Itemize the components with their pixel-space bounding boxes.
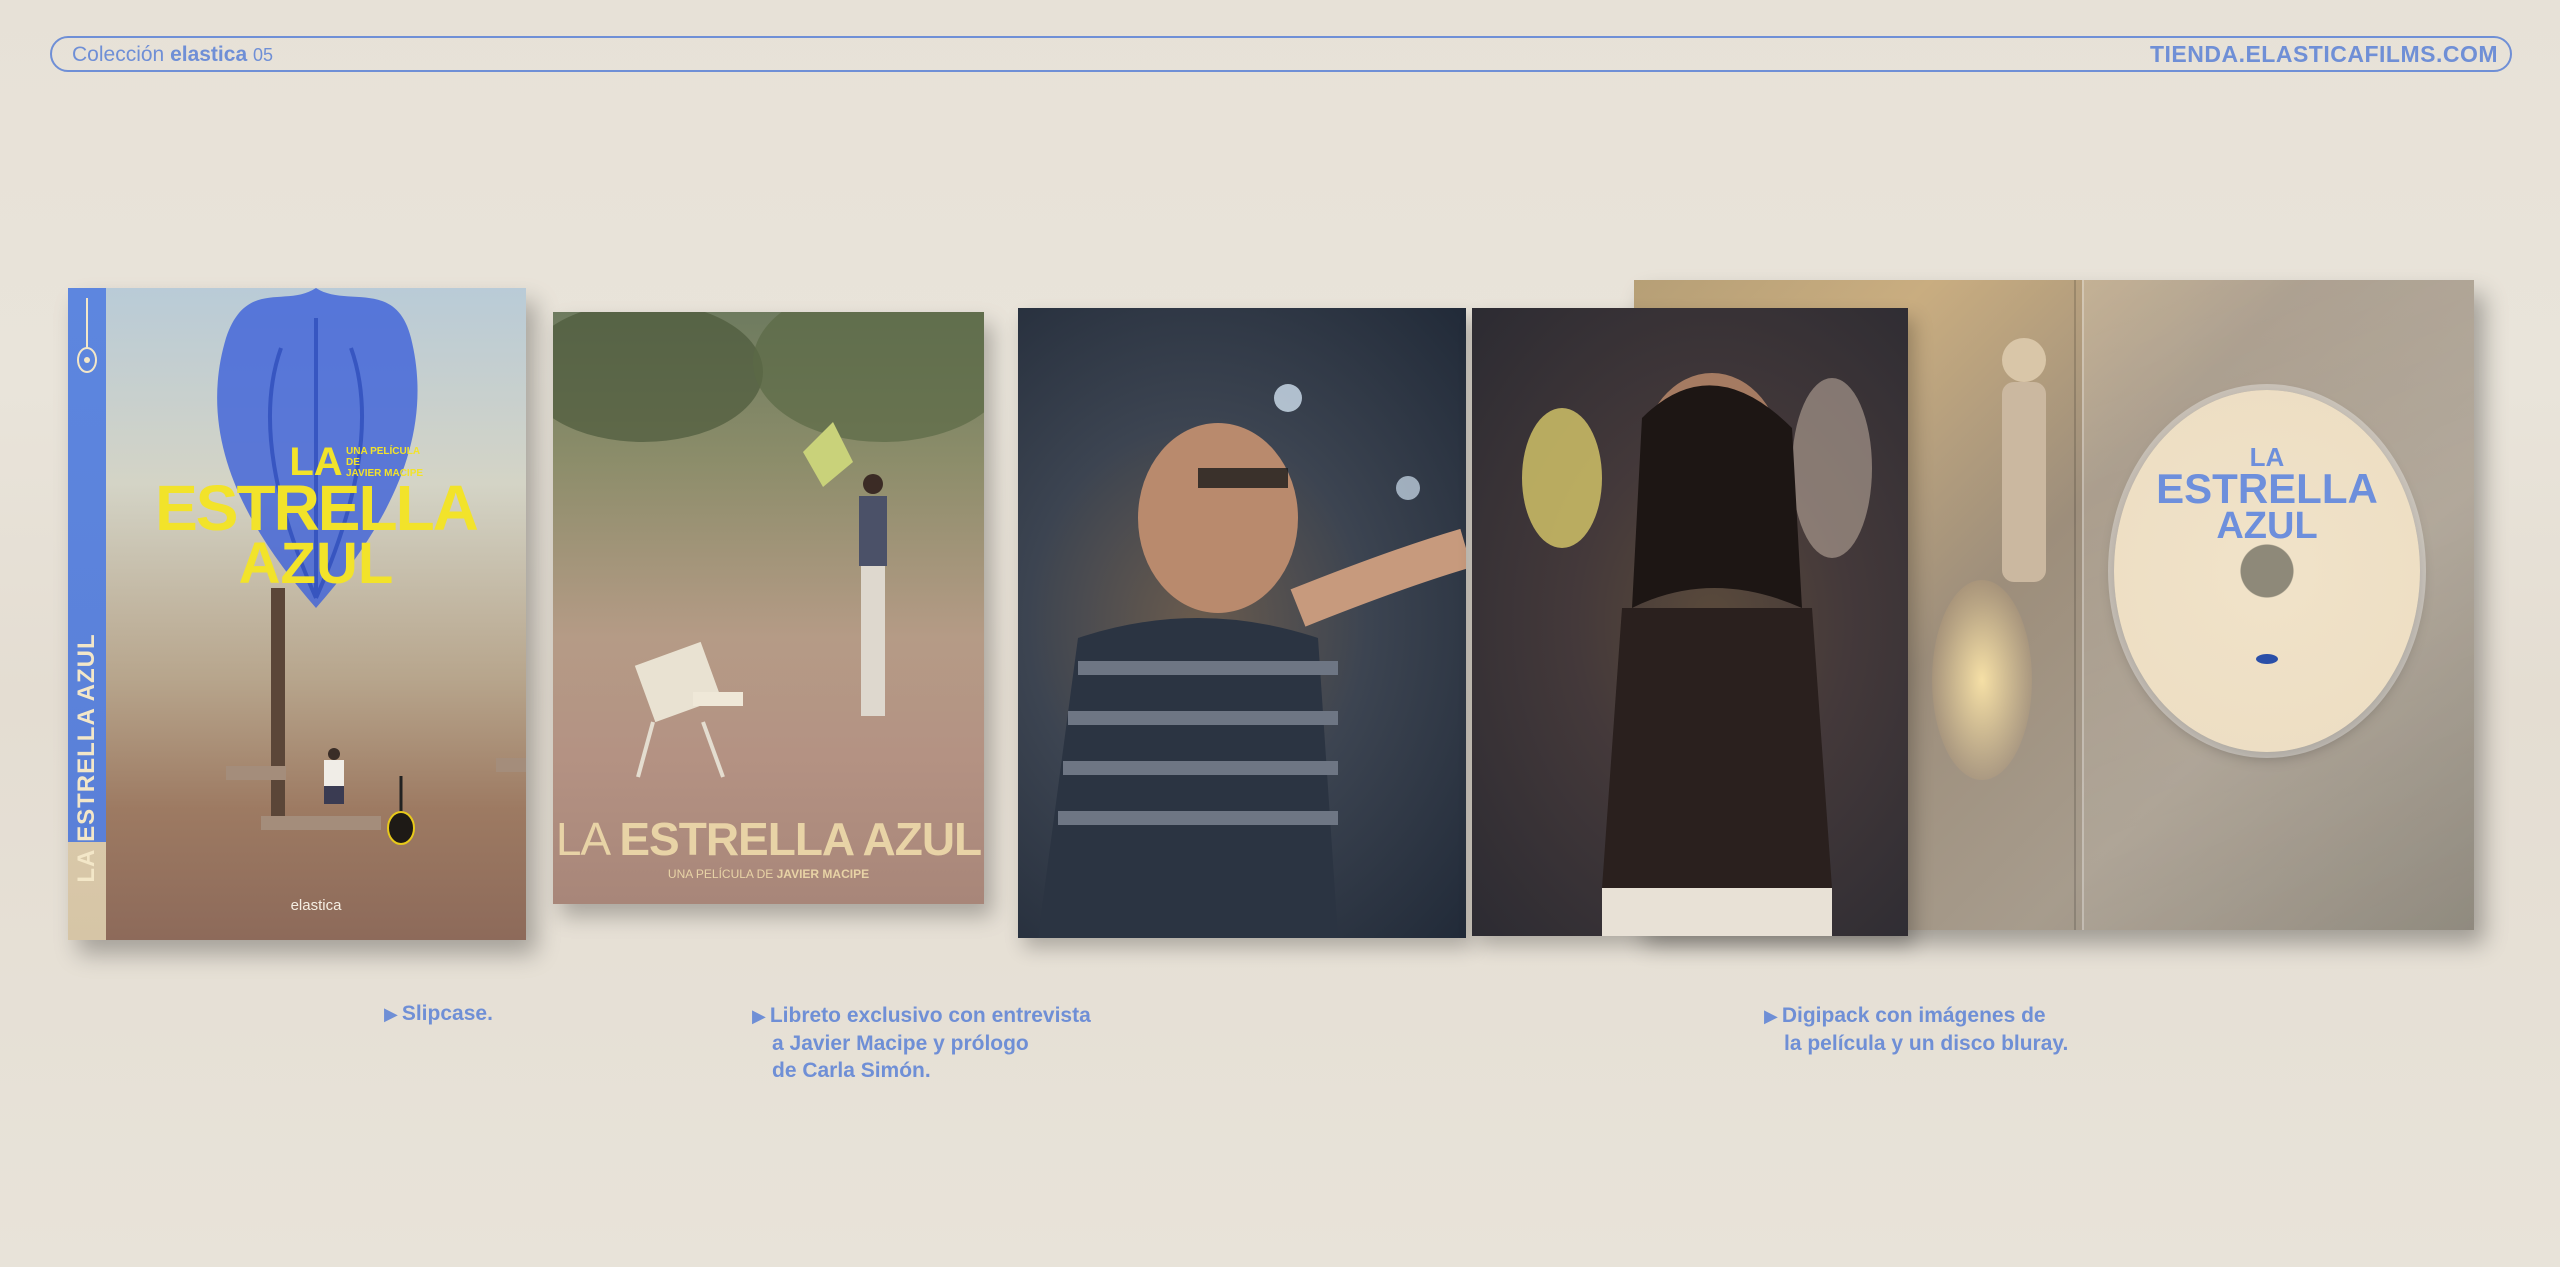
cover-title-line2: ESTRELLA: [155, 472, 479, 544]
digipack-panel-middle[interactable]: [1472, 308, 1908, 936]
booklet-credit: UNA PELÍCULA DE JAVIER MACIPE: [553, 867, 984, 881]
caption-line: de Carla Simón.: [772, 1059, 931, 1083]
standing-person: [859, 474, 887, 716]
cover-title-line3: AZUL: [238, 530, 394, 596]
booklet-title-rest: ESTRELLA AZUL: [619, 813, 982, 865]
elastica-logo: elastica: [290, 897, 342, 914]
caption-arrow-icon: ▶: [1764, 1006, 1778, 1026]
spine-title: LA ESTRELLA AZUL: [73, 633, 100, 883]
caption-line: la película y un disco bluray.: [1784, 1031, 2069, 1055]
caption-arrow-icon: ▶: [384, 1004, 398, 1024]
bench: [496, 758, 526, 772]
bench: [261, 816, 381, 830]
booklet-title: LA ESTRELLA AZUL: [553, 812, 984, 866]
caption-line: a Javier Macipe y prólogo: [772, 1031, 1029, 1055]
seated-person: [324, 748, 344, 804]
slipcase-cover: UNA PELÍCULA DE JAVIER MACIPE LA ESTRELL…: [106, 288, 526, 940]
booklet-credit-prefix: UNA PELÍCULA DE: [667, 867, 777, 881]
caption-arrow-icon: ▶: [752, 1006, 766, 1026]
caption-digipack: ▶ Digipack con imágenes de la película y …: [1764, 1002, 2068, 1057]
caption-booklet: ▶ Libreto exclusivo con entrevista a Javi…: [752, 1002, 1091, 1085]
disc-title-line2: ESTRELLA: [2156, 464, 2378, 512]
person-on-chair: [634, 641, 743, 778]
caption-line: Slipcase.: [401, 1002, 493, 1025]
bench: [226, 766, 286, 780]
guitar-icon: [387, 776, 415, 845]
product-showcase: LA ESTRELLA AZUL UNA PELÍCULA DE JAVIER …: [0, 0, 2560, 1267]
tree-trunk: [271, 588, 285, 818]
panel-fold: [2074, 280, 2076, 930]
caption-line: Digipack con imágenes de: [1781, 1004, 2046, 1027]
disc-title: LA ESTRELLA AZUL: [2114, 444, 2420, 547]
booklet-title-la: LA: [555, 813, 620, 865]
dancing-woman-image: [1522, 373, 1872, 936]
slipcase-spine: LA ESTRELLA AZUL: [68, 288, 106, 940]
candle-glow: [1932, 580, 2032, 780]
caption-line: Libreto exclusivo con entrevista: [769, 1004, 1091, 1027]
digipack-panel-left[interactable]: [1018, 308, 1466, 938]
booklet-product[interactable]: LA ESTRELLA AZUL UNA PELÍCULA DE JAVIER …: [553, 312, 984, 904]
booklet-credit-name: JAVIER MACIPE: [776, 867, 870, 881]
cover-title: LA ESTRELLA AZUL: [106, 442, 526, 596]
caption-slipcase: ▶ Slipcase.: [384, 1000, 493, 1028]
bluray-disc[interactable]: LA ESTRELLA AZUL: [2114, 390, 2420, 752]
disc-title-line3: AZUL: [2216, 504, 2318, 547]
guitar-icon: [77, 298, 97, 373]
dancing-man-image: [1038, 384, 1466, 938]
leaves-illustration: [553, 312, 984, 487]
slipcase-product[interactable]: LA ESTRELLA AZUL UNA PELÍCULA DE JAVIER …: [68, 288, 526, 940]
statue-illustration: [2002, 338, 2046, 582]
bluray-logo-icon: [2256, 654, 2278, 664]
